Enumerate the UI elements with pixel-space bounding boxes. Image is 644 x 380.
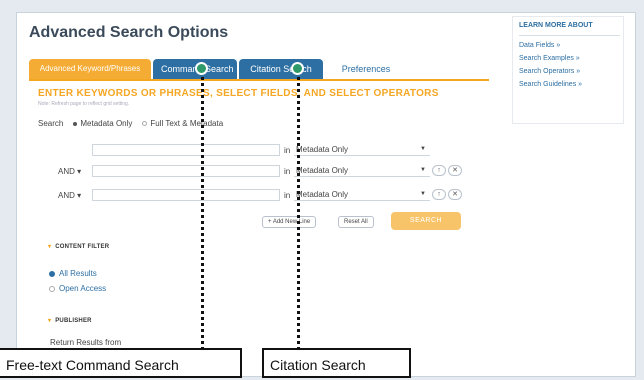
tab-underline bbox=[29, 79, 489, 81]
filter-option-open-access[interactable]: Open Access bbox=[49, 284, 106, 293]
field-select[interactable]: Metadata Only ▼ bbox=[294, 189, 430, 201]
search-row: in Metadata Only ▼ bbox=[58, 144, 458, 158]
scope-option-label: Full Text & Metadata bbox=[150, 119, 224, 128]
in-label: in bbox=[284, 191, 291, 200]
command-pointer-line bbox=[201, 70, 204, 350]
sidebar-link-search-operators[interactable]: Search Operators » bbox=[519, 68, 620, 75]
field-select-value: Metadata Only bbox=[296, 166, 349, 175]
tab-preferences[interactable]: Preferences bbox=[331, 59, 401, 79]
field-select[interactable]: Metadata Only ▼ bbox=[294, 165, 430, 177]
keyword-input[interactable] bbox=[92, 165, 280, 177]
command-pointer-dot bbox=[195, 62, 208, 75]
keyword-input[interactable] bbox=[92, 144, 280, 156]
keyword-input[interactable] bbox=[92, 189, 280, 201]
field-select-value: Metadata Only bbox=[296, 145, 349, 154]
chevron-down-icon: ▼ bbox=[420, 146, 426, 152]
field-select[interactable]: Metadata Only ▼ bbox=[294, 144, 430, 156]
remove-row-button[interactable]: ✕ bbox=[448, 165, 462, 176]
move-up-button[interactable]: ↑ bbox=[432, 189, 446, 200]
move-up-button[interactable]: ↑ bbox=[432, 165, 446, 176]
publisher-heading[interactable]: ▾ PUBLISHER bbox=[48, 317, 92, 324]
remove-row-button[interactable]: ✕ bbox=[448, 189, 462, 200]
filter-option-label: All Results bbox=[59, 269, 97, 278]
callout-command-search: Free-text Command Search bbox=[0, 348, 242, 378]
sidebar-title: LEARN MORE ABOUT bbox=[519, 22, 620, 36]
scope-option-label: Metadata Only bbox=[80, 119, 133, 128]
filter-option-all[interactable]: All Results bbox=[49, 269, 97, 278]
tab-bar: Advanced Keyword/Phrases Command Search … bbox=[29, 59, 403, 79]
radio-selected-icon bbox=[73, 121, 78, 126]
sidebar-link-data-fields[interactable]: Data Fields » bbox=[519, 42, 620, 49]
citation-pointer-dot bbox=[291, 62, 304, 75]
reset-all-button[interactable]: Reset All bbox=[338, 216, 374, 228]
refresh-note: Note: Refresh page to reflect grid setti… bbox=[38, 101, 130, 107]
citation-pointer-line bbox=[297, 70, 300, 350]
search-scope-label: Search bbox=[38, 119, 64, 128]
tab-advanced-keyword[interactable]: Advanced Keyword/Phrases bbox=[29, 59, 151, 79]
sidebar: LEARN MORE ABOUT Data Fields » Search Ex… bbox=[519, 22, 620, 88]
content-filter-heading[interactable]: ▾ CONTENT FILTER bbox=[48, 243, 109, 250]
radio-unselected-icon bbox=[49, 285, 55, 292]
scope-option-metadata[interactable]: Metadata Only bbox=[73, 119, 132, 128]
tab-citation-search[interactable]: Citation Search bbox=[239, 59, 323, 79]
section-heading: ENTER KEYWORDS OR PHRASES, SELECT FIELDS… bbox=[38, 88, 439, 99]
in-label: in bbox=[284, 167, 291, 176]
in-label: in bbox=[284, 146, 291, 155]
operator-select[interactable]: AND ▾ bbox=[58, 167, 81, 176]
search-row: AND ▾ in Metadata Only ▼ ↑ ✕ bbox=[58, 165, 468, 179]
caret-down-icon: ▾ bbox=[48, 318, 52, 324]
search-row: AND ▾ in Metadata Only ▼ ↑ ✕ bbox=[58, 189, 468, 203]
content-filter-title: CONTENT FILTER bbox=[55, 244, 110, 250]
chevron-down-icon: ▼ bbox=[420, 191, 426, 197]
filter-option-label: Open Access bbox=[59, 284, 107, 293]
radio-selected-icon bbox=[49, 270, 55, 277]
return-results-label: Return Results from bbox=[50, 338, 122, 347]
radio-unselected-icon bbox=[142, 121, 148, 126]
callout-citation-search: Citation Search bbox=[262, 348, 411, 378]
page-title: Advanced Search Options bbox=[29, 24, 229, 41]
chevron-down-icon: ▼ bbox=[420, 167, 426, 173]
add-new-line-button[interactable]: + Add New Line bbox=[262, 216, 317, 228]
publisher-title: PUBLISHER bbox=[55, 318, 92, 324]
sidebar-link-search-examples[interactable]: Search Examples » bbox=[519, 55, 620, 62]
caret-down-icon: ▾ bbox=[48, 244, 52, 250]
field-select-value: Metadata Only bbox=[296, 190, 349, 199]
search-scope: Search Metadata Only Full Text & Metadat… bbox=[38, 119, 223, 128]
operator-select[interactable]: AND ▾ bbox=[58, 191, 81, 200]
scope-option-fulltext[interactable]: Full Text & Metadata bbox=[142, 119, 223, 128]
search-button[interactable]: SEARCH bbox=[391, 212, 461, 230]
sidebar-link-search-guidelines[interactable]: Search Guidelines » bbox=[519, 81, 620, 88]
